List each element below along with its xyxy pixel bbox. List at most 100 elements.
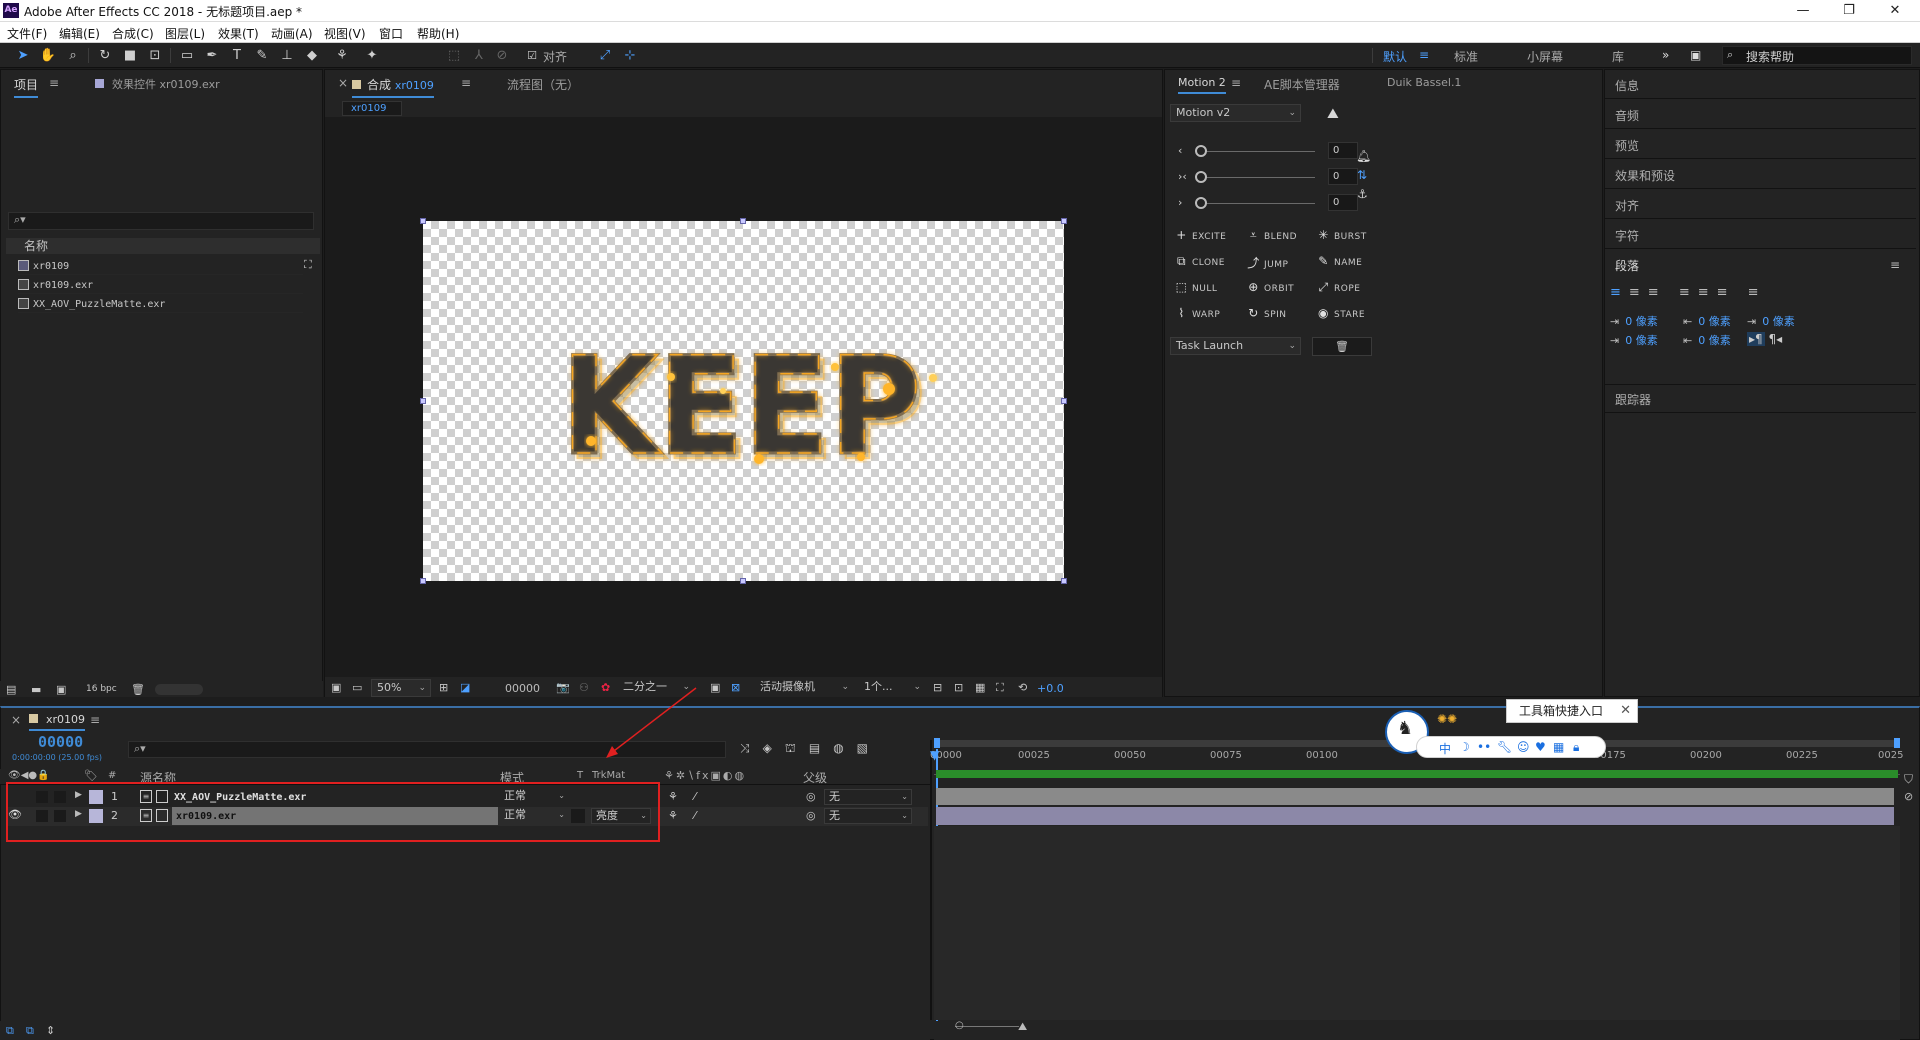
toggle-pixel-icon[interactable]: ⊟: [933, 681, 942, 694]
snapshot-icon[interactable]: 📷: [556, 681, 570, 694]
restore-button[interactable]: ❐: [1826, 0, 1872, 22]
rope-button[interactable]: ⤢ ROPE: [1317, 280, 1360, 295]
axis-local-icon[interactable]: ⬚: [445, 47, 463, 64]
ease-out-slider[interactable]: › 0: [1178, 194, 1358, 211]
lock-icon[interactable]: 🔒︎: [1573, 740, 1579, 755]
anchor-icon[interactable]: ⚓: [1357, 187, 1368, 201]
trkmat-column[interactable]: TrkMat: [592, 770, 625, 781]
fast-preview-icon[interactable]: ⊡: [954, 681, 963, 694]
clone-stamp-tool-icon[interactable]: ⊥: [278, 47, 296, 64]
stare-button[interactable]: ◉ STARE: [1317, 306, 1365, 320]
motion-preset-dropdown[interactable]: Motion v2 ⌄: [1170, 104, 1301, 122]
project-column-name[interactable]: 名称: [6, 238, 320, 254]
transform-handle[interactable]: [420, 218, 426, 224]
panel-character[interactable]: 字符: [1615, 227, 1639, 244]
menu-view[interactable]: 视图(V): [324, 25, 366, 42]
null-button[interactable]: ⬚ NULL: [1175, 280, 1217, 294]
chinese-input-icon[interactable]: 中: [1439, 740, 1451, 757]
indent-right-field[interactable]: ⇥ 0 像素: [1747, 313, 1795, 329]
quality-switch-icon[interactable]: ⁄: [694, 790, 696, 803]
first-line-indent-field[interactable]: ⇥ 0 像素: [1610, 332, 1658, 348]
shirt-icon[interactable]: ♥: [1535, 740, 1546, 754]
project-item[interactable]: xr0109: [18, 258, 303, 275]
tab-flowchart[interactable]: 流程图（无）: [507, 76, 579, 93]
layer-parent-dropdown[interactable]: 无 ⌄: [824, 789, 912, 805]
playhead-head-icon[interactable]: ▼: [930, 748, 939, 762]
sync-icon[interactable]: ⇅: [1357, 168, 1367, 182]
menu-composition[interactable]: 合成(C): [112, 25, 154, 42]
task-launch-dropdown[interactable]: Task Launch ⌄: [1170, 337, 1301, 355]
toggle-switches-icon[interactable]: ⧉: [6, 1024, 14, 1038]
type-tool-icon[interactable]: T: [228, 47, 246, 64]
workspace-library[interactable]: 库: [1612, 48, 1624, 65]
zoom-dropdown[interactable]: 50% ⌄: [371, 679, 431, 697]
exposure-reset-icon[interactable]: ⟲: [1018, 681, 1027, 694]
panel-audio[interactable]: 音频: [1615, 107, 1639, 124]
layer-duration-bar[interactable]: [936, 788, 1894, 805]
project-menu-icon[interactable]: ≡: [49, 76, 59, 90]
transform-handle[interactable]: [420, 398, 426, 404]
thumbnail-slider[interactable]: [155, 684, 203, 695]
snap-checkbox[interactable]: ☑: [523, 47, 541, 64]
bell-icon[interactable]: 🔔︎: [1356, 149, 1371, 163]
quality-switch-icon[interactable]: ⁄: [694, 809, 696, 822]
project-item[interactable]: XX_AOV_PuzzleMatte.exr: [18, 296, 303, 313]
selection-tool-icon[interactable]: ➤: [14, 47, 32, 64]
shy-switch-icon[interactable]: ⚘: [668, 809, 678, 822]
menu-window[interactable]: 窗口: [379, 25, 403, 42]
ease-both-slider[interactable]: ›‹ 0: [1178, 168, 1358, 185]
indent-left-field[interactable]: ⇥ 0 像素: [1610, 313, 1658, 329]
tab-timeline-comp[interactable]: xr0109: [29, 713, 86, 731]
new-comp-icon[interactable]: ▣: [56, 683, 66, 696]
views-dropdown[interactable]: 1个... ⌄: [859, 679, 925, 697]
close-timeline-tab-icon[interactable]: ×: [11, 713, 21, 727]
pickwhip-icon[interactable]: ◎: [806, 790, 816, 803]
workspace-standard[interactable]: 标准: [1454, 48, 1478, 65]
paragraph-align-buttons[interactable]: ≡≡≡ ≡≡≡ ≡: [1610, 285, 1910, 301]
pan-behind-tool-icon[interactable]: ⊡: [146, 47, 164, 64]
orbit-button[interactable]: ⊕ ORBIT: [1247, 280, 1294, 294]
rectangle-tool-icon[interactable]: ▭: [178, 47, 196, 64]
panel-paragraph[interactable]: 段落: [1615, 257, 1639, 274]
menu-help[interactable]: 帮助(H): [417, 25, 459, 42]
timeline-icon[interactable]: ▦: [975, 681, 985, 694]
pickwhip-icon[interactable]: ◎: [806, 809, 816, 822]
close-comp-tab-icon[interactable]: ×: [338, 76, 348, 90]
comp-marker-icon[interactable]: ⛉: [1904, 772, 1913, 787]
project-search-input[interactable]: ⌕▾: [8, 212, 314, 230]
region-icon[interactable]: ▣: [710, 681, 720, 694]
parent-column[interactable]: 父级: [803, 769, 827, 786]
menu-edit[interactable]: 编辑(E): [59, 25, 100, 42]
timeline-menu-icon[interactable]: ≡: [90, 713, 100, 727]
exposure-value[interactable]: +0.0: [1037, 682, 1064, 695]
panel-preview[interactable]: 预览: [1615, 137, 1639, 154]
name-button[interactable]: ✎ NAME: [1317, 254, 1362, 268]
hand-tool-icon[interactable]: ✋: [39, 47, 57, 64]
tab-effect-controls[interactable]: 效果控件 xr0109.exr: [95, 76, 220, 92]
roto-brush-tool-icon[interactable]: ⚘: [333, 47, 351, 64]
clone-button[interactable]: ⧉ CLONE: [1175, 254, 1225, 269]
grid-toggle-icon[interactable]: ⊞: [439, 681, 448, 694]
tab-duik[interactable]: Duik Bassel.1: [1387, 76, 1461, 89]
workspace-small-screen[interactable]: 小屏幕: [1527, 48, 1563, 65]
always-preview-icon[interactable]: ▣: [331, 681, 341, 694]
toggle-in-out-icon[interactable]: ⇕: [46, 1024, 55, 1037]
puppet-tool-icon[interactable]: ✦: [363, 47, 381, 64]
trash-button[interactable]: 🗑: [1312, 337, 1372, 356]
layer-duration-bar[interactable]: [936, 807, 1894, 825]
transform-handle[interactable]: [1061, 578, 1067, 584]
axis-world-icon[interactable]: ⅄: [470, 47, 488, 64]
space-after-field[interactable]: ⇤ 0 像素: [1683, 332, 1731, 348]
panel-info[interactable]: 信息: [1615, 77, 1639, 94]
tab-project[interactable]: 项目: [14, 76, 39, 98]
dots-icon[interactable]: ••: [1477, 740, 1491, 754]
workspace-default[interactable]: 默认: [1383, 48, 1407, 65]
smile-icon[interactable]: ☺: [1517, 740, 1530, 754]
help-search-input[interactable]: ⌕ 搜索帮助: [1722, 46, 1912, 65]
workspace-overflow-icon[interactable]: »: [1662, 48, 1669, 62]
transform-handle[interactable]: [1061, 398, 1067, 404]
tab-motion2[interactable]: Motion 2: [1178, 76, 1226, 94]
snap-feather-icon[interactable]: ⊹: [621, 47, 639, 64]
moon-icon[interactable]: ☽: [1459, 740, 1470, 754]
panel-align[interactable]: 对齐: [1615, 197, 1639, 214]
